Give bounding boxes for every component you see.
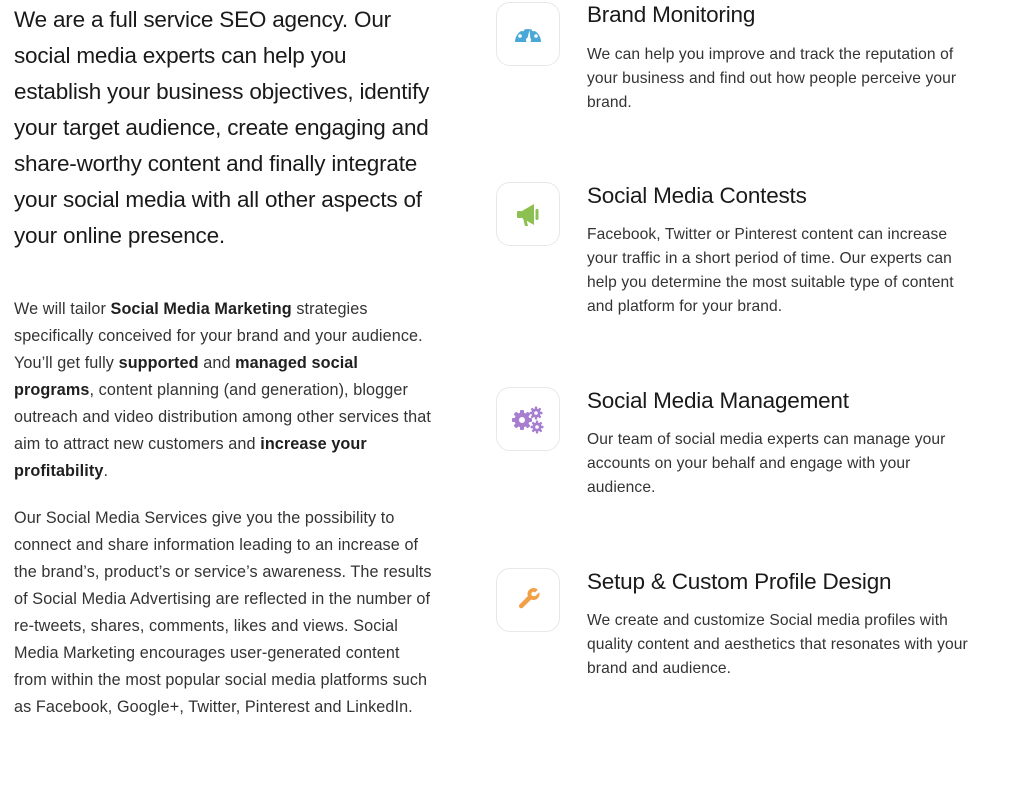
service-description: We can help you improve and track the re… [587,46,957,111]
service-description: Facebook, Twitter or Pinterest content c… [587,226,954,315]
service-icon-box [496,568,560,632]
text-run: We will tailor [14,300,111,318]
gears-icon [512,406,544,434]
emphasis-social-media-marketing: Social Media Marketing [110,300,292,318]
wrench-icon [518,586,543,609]
service-icon-box [496,2,560,66]
service-icon-box [496,182,560,246]
service-description: Our team of social media experts can man… [587,431,946,496]
megaphone-icon [517,204,539,226]
emphasis-supported: supported [118,354,199,372]
intro-paragraph-2: Our Social Media Services give you the p… [14,509,432,716]
service-icon-box [496,387,560,451]
text-run: . [103,462,109,480]
intro-column: We are a full service SEO agency. Our so… [14,0,434,721]
speedometer-icon [515,25,541,43]
service-description: We create and customize Social media pro… [587,612,968,677]
service-title: Social Media Management [587,388,849,413]
service-title: Social Media Contests [587,183,807,208]
service-title: Setup & Custom Profile Design [587,569,892,594]
intro-paragraph-1: We will tailor Social Media Marketing st… [14,296,434,485]
text-run: and [198,354,236,372]
service-title: Brand Monitoring [587,2,756,27]
intro-lead: We are a full service SEO agency. Our so… [14,7,430,248]
